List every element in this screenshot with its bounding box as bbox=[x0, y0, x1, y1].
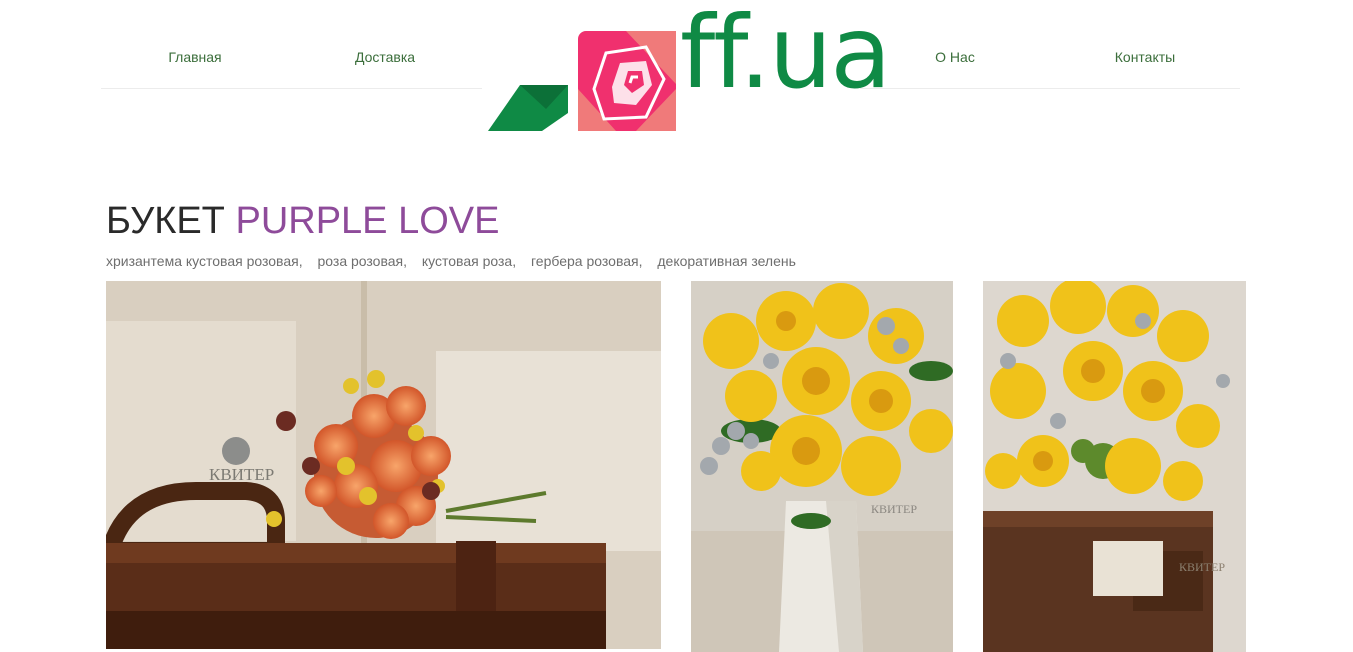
watermark-text: КВИТЕР bbox=[1179, 560, 1225, 574]
site-logo[interactable]: ff.ua bbox=[486, 3, 892, 133]
component-tag: роза розовая, bbox=[317, 253, 407, 269]
rose-logo-icon bbox=[488, 31, 676, 131]
logo-text: ff.ua bbox=[680, 0, 892, 111]
product-photo-2[interactable]: КВИТЕР bbox=[691, 281, 953, 652]
component-tag: кустовая роза, bbox=[421, 253, 517, 269]
product-components: хризантема кустовая розовая, роза розова… bbox=[106, 253, 807, 269]
nav-link-delivery[interactable]: Доставка bbox=[355, 49, 415, 65]
nav-divider-right bbox=[860, 88, 1240, 89]
component-tag: хризантема кустовая розовая, bbox=[106, 253, 303, 269]
nav-link-about[interactable]: О Нас bbox=[935, 49, 975, 65]
component-tag: гербера розовая, bbox=[531, 253, 643, 269]
watermark-text: КВИТЕР bbox=[871, 502, 917, 516]
product-photo-main[interactable]: КВИТЕР bbox=[106, 281, 661, 649]
watermark-text: КВИТЕР bbox=[209, 465, 274, 484]
nav-divider-left bbox=[101, 88, 482, 89]
nav-link-home[interactable]: Главная bbox=[168, 49, 221, 65]
title-name: PURPLE LOVE bbox=[235, 200, 500, 242]
title-prefix: БУКЕТ bbox=[106, 200, 225, 242]
product-photo-3[interactable]: КВИТЕР bbox=[983, 281, 1246, 652]
component-tag: декоративная зелень bbox=[657, 253, 796, 269]
nav-link-contacts[interactable]: Контакты bbox=[1115, 49, 1175, 65]
product-title: БУКЕТ PURPLE LOVE bbox=[106, 200, 500, 243]
